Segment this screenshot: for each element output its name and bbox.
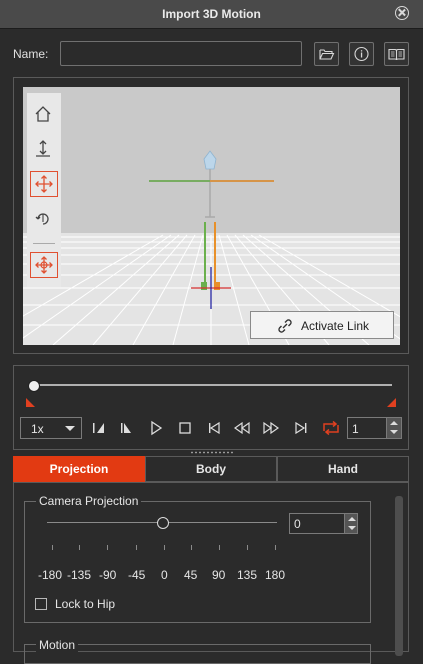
fast-forward-icon <box>263 421 280 435</box>
play-icon <box>151 420 163 436</box>
rotate-button[interactable] <box>30 206 58 232</box>
panel-scrollbar[interactable] <box>395 496 403 656</box>
go-to-start-icon <box>209 421 220 435</box>
slider-tick <box>219 545 220 550</box>
camera-projection-stepper-arrows[interactable] <box>344 513 358 534</box>
activate-link-label: Activate Link <box>301 319 370 333</box>
lock-to-hip-checkbox[interactable] <box>35 598 47 610</box>
slider-tick <box>275 545 276 550</box>
slider-tick <box>164 545 165 550</box>
tick-label: 45 <box>184 568 198 582</box>
timeline-scrubber[interactable] <box>28 380 40 392</box>
arrow-up-icon <box>348 517 356 521</box>
home-icon <box>35 106 51 122</box>
previous-key-icon <box>93 423 104 433</box>
folder-open-icon <box>319 49 335 60</box>
tab-body[interactable]: Body <box>145 456 277 482</box>
loop-button[interactable] <box>321 419 339 437</box>
open-folder-button[interactable] <box>314 42 339 66</box>
tick-label: 180 <box>265 568 286 582</box>
frame-stepper[interactable]: 1 <box>347 417 402 439</box>
slider-tick <box>191 545 192 550</box>
tick-label: 0 <box>161 568 168 582</box>
tab-hand[interactable]: Hand <box>277 456 409 482</box>
viewport-toolbar <box>27 93 61 287</box>
slider-tick <box>107 545 108 550</box>
previous-key-button[interactable] <box>90 419 108 437</box>
arrow-down-icon <box>390 430 398 434</box>
camera-projection-title: Camera Projection <box>36 494 142 508</box>
stop-icon <box>179 422 191 434</box>
tick-label: -135 <box>67 568 92 582</box>
move-icon <box>35 175 53 193</box>
slider-tick <box>79 545 80 550</box>
move-button[interactable] <box>30 171 58 197</box>
tab-projection[interactable]: Projection <box>13 456 145 482</box>
play-button[interactable] <box>147 419 165 437</box>
go-to-end-icon <box>295 421 307 435</box>
move-vertical-button[interactable] <box>30 137 58 163</box>
next-key-icon <box>121 423 131 433</box>
arrow-down-icon <box>348 526 356 530</box>
slider-tick <box>136 545 137 550</box>
tick-label: -45 <box>128 568 146 582</box>
rewind-icon <box>233 421 250 435</box>
tick-label: 135 <box>237 568 258 582</box>
loop-icon <box>323 420 339 436</box>
range-end-marker[interactable] <box>387 398 396 407</box>
arrow-up-icon <box>390 421 398 425</box>
next-key-button[interactable] <box>118 419 136 437</box>
name-label: Name: <box>13 47 49 61</box>
tick-label: -180 <box>38 568 63 582</box>
playback-speed-value: 1x <box>31 422 44 436</box>
pan-button[interactable] <box>30 252 58 278</box>
rewind-button[interactable] <box>233 419 251 437</box>
pan-icon <box>35 256 53 274</box>
info-button[interactable] <box>349 42 374 66</box>
title-bar: Import 3D Motion <box>0 0 423 29</box>
close-icon[interactable] <box>395 6 409 20</box>
toolbar-divider <box>33 243 55 244</box>
window-title: Import 3D Motion <box>162 7 261 21</box>
fast-forward-button[interactable] <box>262 419 280 437</box>
playback-speed-select[interactable]: 1x <box>20 417 82 439</box>
stop-button[interactable] <box>176 419 194 437</box>
manual-button[interactable] <box>384 42 409 66</box>
panel-splitter-handle[interactable] <box>190 451 234 454</box>
activate-link-button[interactable]: Activate Link <box>250 311 394 339</box>
camera-projection-input[interactable]: 0 <box>289 513 345 534</box>
slider-tick <box>52 545 53 550</box>
motion-group-title: Motion <box>36 638 79 652</box>
move-vertical-icon <box>36 140 50 157</box>
camera-projection-stepper[interactable]: 0 <box>289 513 359 534</box>
range-start-marker[interactable] <box>26 398 35 407</box>
timeline-track[interactable] <box>34 384 392 386</box>
link-icon <box>278 319 292 333</box>
info-icon <box>354 46 369 62</box>
home-button[interactable] <box>30 102 58 128</box>
frame-value: 1 <box>352 422 359 436</box>
camera-projection-slider-knob[interactable] <box>157 517 169 529</box>
3d-viewport[interactable] <box>23 87 400 345</box>
go-to-start-button[interactable] <box>205 419 223 437</box>
tick-label: -90 <box>99 568 117 582</box>
tick-label: 90 <box>212 568 226 582</box>
lock-to-hip-label: Lock to Hip <box>55 597 116 611</box>
go-to-end-button[interactable] <box>292 419 310 437</box>
rotate-icon <box>35 213 49 225</box>
name-input[interactable] <box>60 41 302 66</box>
slider-tick <box>247 545 248 550</box>
chevron-down-icon <box>65 426 75 431</box>
camera-projection-value: 0 <box>294 517 301 531</box>
book-icon <box>388 48 405 61</box>
frame-stepper-arrows[interactable] <box>386 418 401 438</box>
viewport-scene <box>23 87 400 345</box>
